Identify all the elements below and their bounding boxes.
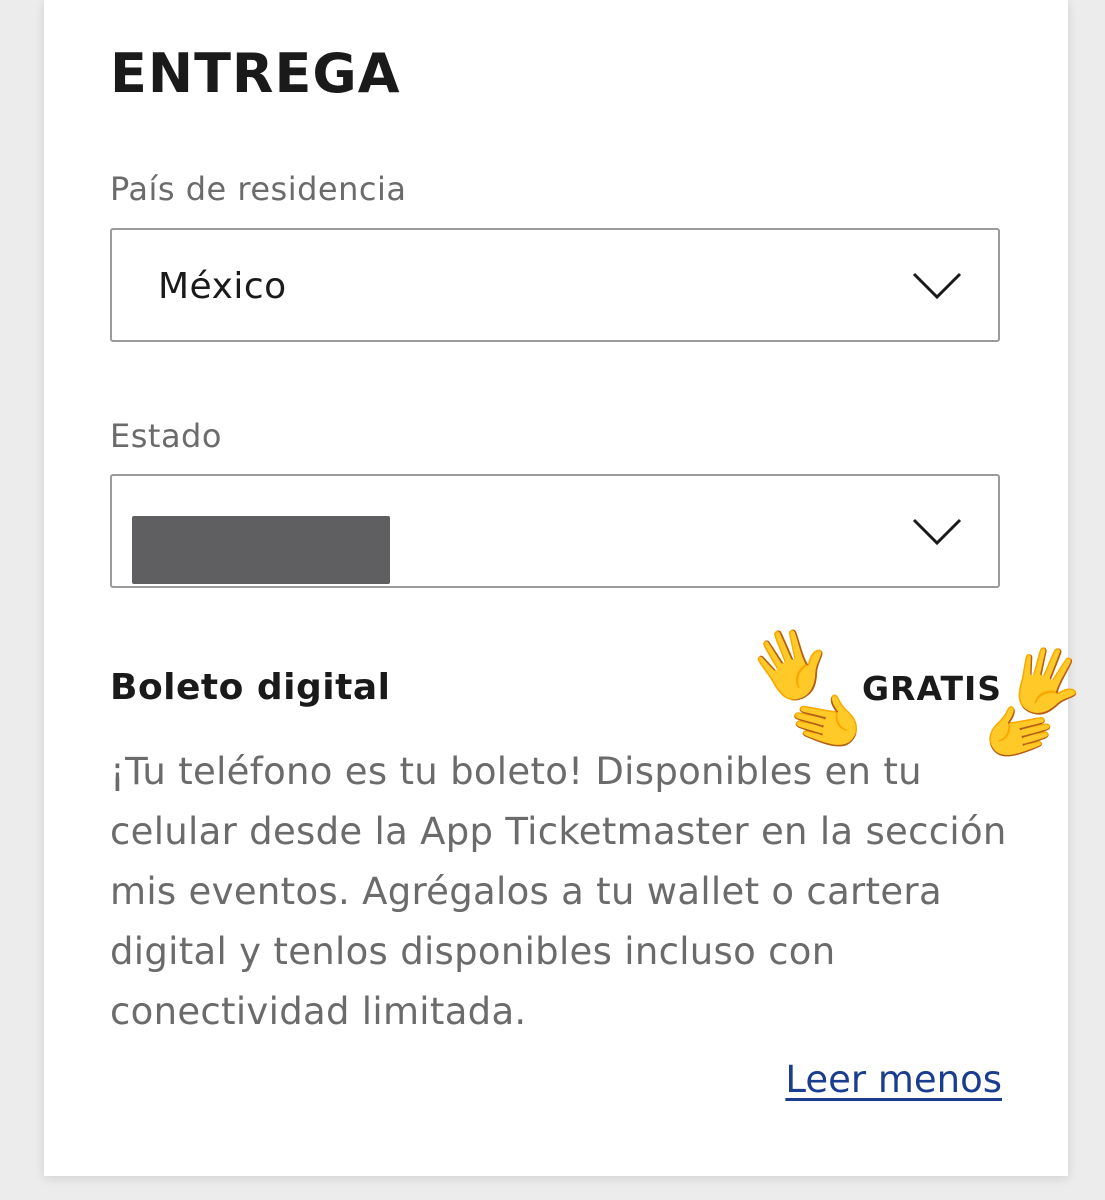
waving-hand-icon: 🫲	[779, 675, 874, 766]
read-less-link[interactable]: Leer menos	[785, 1058, 1002, 1101]
state-field-label: Estado	[110, 417, 222, 455]
country-select[interactable]: México	[110, 228, 1000, 342]
section-title: ENTREGA	[110, 42, 401, 105]
country-select-value: México	[158, 266, 287, 307]
delivery-card: ENTREGA País de residencia México Estado…	[44, 0, 1068, 1176]
digital-ticket-price: GRATIS	[861, 669, 1002, 708]
waving-hand-icon: 🫲	[974, 688, 1065, 776]
state-select[interactable]	[110, 474, 1000, 588]
digital-ticket-description: ¡Tu teléfono es tu boleto! Disponibles e…	[110, 750, 1007, 1033]
country-field-label: País de residencia	[110, 170, 407, 208]
redacted-state-value	[132, 516, 390, 584]
chevron-down-icon	[912, 518, 962, 546]
chevron-down-icon	[912, 272, 962, 300]
digital-ticket-title: Boleto digital	[110, 667, 391, 708]
